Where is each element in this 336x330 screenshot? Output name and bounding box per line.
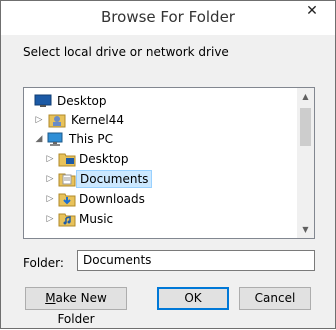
computer-icon — [46, 131, 64, 147]
expand-arrow-icon[interactable]: ▷ — [45, 173, 55, 185]
close-icon: ✕ — [306, 3, 318, 19]
expand-arrow-icon[interactable]: ▷ — [45, 213, 55, 225]
make-new-folder-button[interactable]: Make New Folder — [25, 287, 127, 326]
mnemonic-letter: M — [45, 291, 56, 305]
tree-item-label: Downloads — [79, 192, 145, 206]
instruction-text: Select local drive or network drive — [23, 45, 229, 59]
tree-item-label: Kernel44 — [71, 113, 124, 127]
tree-item-label: Desktop — [57, 94, 107, 108]
documents-folder-icon — [58, 171, 76, 187]
scroll-down-icon[interactable]: ▼ — [297, 221, 314, 238]
tree-item-desktop[interactable]: ▷ Desktop — [24, 150, 296, 169]
folder-desktop-icon — [58, 151, 76, 167]
scroll-thumb[interactable] — [300, 108, 311, 146]
music-folder-icon — [58, 211, 76, 227]
button-label: ake New Folder — [55, 291, 107, 326]
tree-item-label: Music — [79, 212, 114, 226]
title-bar[interactable]: Browse For Folder ✕ — [1, 1, 335, 35]
folder-field[interactable]: Documents — [77, 250, 315, 271]
user-icon — [48, 112, 66, 128]
expand-arrow-icon[interactable]: ▷ — [45, 153, 55, 165]
dialog-title: Browse For Folder — [101, 8, 235, 26]
scroll-up-icon[interactable]: ▲ — [297, 88, 314, 105]
folder-tree[interactable]: Desktop ▷ Kernel44 ◢ This PC ▷ Desktop ▷… — [23, 87, 315, 239]
vertical-scrollbar[interactable]: ▲ ▼ — [297, 88, 314, 238]
tree-item-label: This PC — [69, 132, 113, 146]
expand-arrow-icon[interactable]: ▷ — [45, 193, 55, 205]
folder-label: Folder: — [23, 256, 64, 270]
downloads-folder-icon — [58, 191, 76, 207]
tree-item-this-pc[interactable]: ◢ This PC — [24, 130, 296, 149]
tree-item-label: Documents — [76, 170, 153, 188]
tree-item-label: Desktop — [79, 152, 129, 166]
tree-item-desktop-root[interactable]: Desktop — [24, 92, 296, 111]
expand-arrow-icon[interactable]: ▷ — [34, 114, 44, 126]
browse-for-folder-dialog: Browse For Folder ✕ Select local drive o… — [0, 0, 336, 329]
tree-item-downloads[interactable]: ▷ Downloads — [24, 190, 296, 209]
tree-item-documents[interactable]: ▷ Documents — [24, 170, 296, 189]
collapse-arrow-icon[interactable]: ◢ — [34, 133, 44, 145]
cancel-button[interactable]: Cancel — [239, 287, 311, 310]
ok-button[interactable]: OK — [157, 287, 229, 310]
close-button[interactable]: ✕ — [294, 1, 330, 23]
tree-item-kernel44[interactable]: ▷ Kernel44 — [24, 111, 296, 130]
desktop-icon — [34, 93, 52, 109]
tree-item-music[interactable]: ▷ Music — [24, 210, 296, 229]
